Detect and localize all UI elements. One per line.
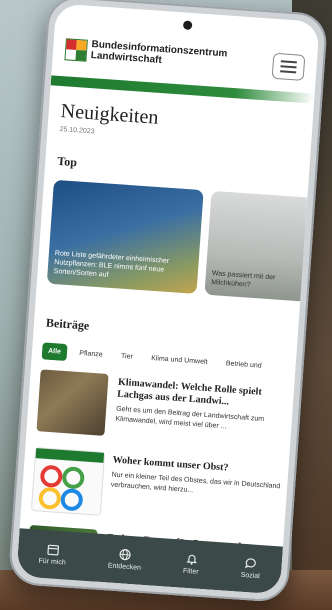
top-card[interactable]: Rote Liste gefährdeter einheimischer Nut… — [46, 179, 204, 294]
hamburger-icon-line — [280, 70, 297, 74]
nav-sozial[interactable]: Sozial — [240, 557, 261, 580]
tab-tier[interactable]: Tier — [114, 347, 139, 366]
globe-icon — [119, 549, 131, 561]
calendar-icon — [47, 544, 59, 556]
front-camera — [182, 20, 193, 31]
ble-logo-icon[interactable] — [64, 38, 88, 62]
article-card[interactable]: Klimawandel: Welche Rolle spielt Lachgas… — [36, 369, 302, 457]
phone-frame: Bundesinformationszentrum Landwirtschaft… — [7, 0, 329, 604]
top-card[interactable]: Was passiert mit der Milchkühen? — [204, 190, 320, 303]
tab-klima-und-umwelt[interactable]: Klima und Umwelt — [145, 350, 214, 372]
top-card-caption: Was passiert mit der Milchkühen? — [211, 270, 276, 289]
hamburger-icon — [280, 60, 297, 64]
article-card[interactable]: Woher kommt unser Obst? Nur ein kleiner … — [30, 447, 296, 535]
nav-label: Filter — [182, 567, 199, 576]
article-thumbnail — [30, 447, 106, 516]
tab-pflanze[interactable]: Pflanze — [73, 345, 109, 364]
nav-fuer-mich[interactable]: Für mich — [38, 543, 67, 567]
top-carousel[interactable]: Rote Liste gefährdeter einheimischer Nut… — [46, 179, 320, 303]
nav-entdecken[interactable]: Entdecken — [107, 547, 143, 572]
section-title-posts: Beiträge — [45, 315, 90, 333]
top-card-caption: Rote Liste gefährdeter einheimischer Nut… — [53, 250, 170, 279]
nav-label: Sozial — [240, 571, 260, 581]
article-thumbnail — [36, 369, 109, 436]
bell-icon — [185, 554, 197, 565]
tab-alle[interactable]: Alle — [41, 342, 68, 362]
hamburger-icon-line — [280, 65, 297, 69]
site-logo-text[interactable]: Bundesinformationszentrum Landwirtschaft — [90, 39, 227, 70]
tab-betrieb[interactable]: Betrieb und — [219, 355, 268, 375]
section-title-top: Top — [56, 153, 78, 170]
nav-label: Für mich — [38, 557, 66, 567]
phone-screen: Bundesinformationszentrum Landwirtschaft… — [16, 3, 320, 595]
chat-icon — [245, 558, 257, 569]
bottom-navigation: Für mich Entdecken Filter Sozial — [16, 528, 284, 595]
menu-button[interactable] — [271, 52, 306, 81]
nav-label: Entdecken — [107, 562, 142, 572]
page-date: 25.10.2023 — [59, 126, 95, 136]
page-title: Neuigkeiten — [60, 100, 160, 129]
nav-filter[interactable]: Filter — [183, 553, 200, 576]
